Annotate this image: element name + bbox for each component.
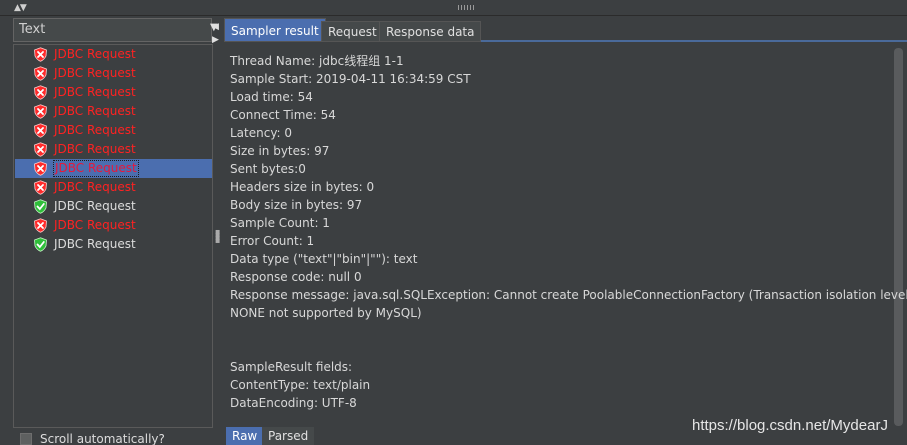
result-tree-item-label: JDBC Request (54, 142, 136, 156)
error-shield-icon (33, 142, 48, 157)
error-shield-icon (33, 123, 48, 138)
error-shield-icon (33, 218, 48, 233)
vertical-scrollbar[interactable] (894, 48, 903, 426)
error-shield-icon (33, 180, 48, 195)
panel-collapse-arrows[interactable]: ◀ ▶ (212, 21, 219, 47)
result-text-line: Response message: java.sql.SQLException:… (230, 288, 907, 302)
result-text-line: Sample Start: 2019-04-11 16:34:59 CST (230, 72, 471, 86)
result-text-line: Thread Name: jdbc线程组 1-1 (230, 54, 404, 68)
result-tree-item-label: JDBC Request (54, 47, 136, 61)
checkbox-box[interactable] (20, 433, 32, 445)
result-text-line: NONE not supported by MySQL) (230, 306, 422, 320)
success-shield-icon (33, 199, 48, 214)
result-tree-item-label: JDBC Request (54, 104, 136, 118)
result-tree-item[interactable]: JDBC Request (15, 45, 212, 64)
result-tree-item[interactable]: JDBC Request (15, 197, 212, 216)
error-shield-icon (33, 161, 48, 176)
result-tree-item-label: JDBC Request (54, 123, 136, 137)
result-text-line: Latency: 0 (230, 126, 293, 140)
error-shield-icon (33, 47, 48, 62)
result-text-line: Data type ("text"|"bin"|""): text (230, 252, 418, 266)
result-text-line: Sample Count: 1 (230, 216, 330, 230)
result-text-line: DataEncoding: UTF-8 (230, 396, 357, 410)
tab-response-data[interactable]: Response data (379, 21, 482, 42)
detail-tabs: Sampler result Request Response data (224, 18, 907, 42)
tab-request[interactable]: Request (321, 21, 384, 42)
results-tree-panel: Text ▼ ◀ ▶ JDBC Request JDBC Request JDBC R… (0, 16, 219, 445)
scroll-automatically-checkbox[interactable]: Scroll automatically? (20, 432, 165, 445)
watermark-text: https://blog.csdn.net/MydearJ (692, 417, 888, 434)
result-tree-item[interactable]: JDBC Request (15, 235, 212, 254)
result-tree-item[interactable]: JDBC Request (15, 216, 212, 235)
result-tree-item-label: JDBC Request (54, 237, 136, 251)
result-text-line: Sent bytes:0 (230, 162, 306, 176)
result-text-line: ContentType: text/plain (230, 378, 371, 392)
error-shield-icon (33, 66, 48, 81)
result-tree-item[interactable]: JDBC Request (15, 121, 212, 140)
result-tree-item[interactable]: JDBC Request (15, 64, 212, 83)
result-tree-item-label: JDBC Request (54, 199, 136, 213)
tab-raw[interactable]: Raw (226, 427, 264, 445)
result-tree-item[interactable]: JDBC Request (15, 102, 212, 121)
error-shield-icon (33, 104, 48, 119)
result-tree-item-label: JDBC Request (54, 85, 136, 99)
results-tree: JDBC Request JDBC Request JDBC Request JDBC… (13, 44, 213, 428)
result-text-line: Error Count: 1 (230, 234, 315, 248)
result-text-line: Size in bytes: 97 (230, 144, 330, 158)
result-tree-item-label: JDBC Request (54, 180, 136, 194)
result-tree-item-label: JDBC Request (53, 160, 139, 177)
result-text-line: Body size in bytes: 97 (230, 198, 363, 212)
result-tree-item[interactable]: JDBC Request (15, 83, 212, 102)
result-detail-panel: Sampler result Request Response data Thr… (224, 16, 907, 445)
top-toolbar: ▲▼ (0, 0, 907, 16)
scroll-automatically-label: Scroll automatically? (40, 432, 165, 445)
result-tree-item[interactable]: JDBC Request (15, 159, 212, 178)
error-shield-icon (33, 85, 48, 100)
result-text-line: SampleResult fields: (230, 360, 353, 374)
tab-parsed[interactable]: Parsed (262, 427, 315, 445)
result-tree-item-label: JDBC Request (54, 218, 136, 232)
result-text-line: Headers size in bytes: 0 (230, 180, 375, 194)
view-mode-select[interactable]: Text ▼ (13, 18, 218, 42)
sampler-result-text[interactable]: Thread Name: jdbc线程组 1-1 Sample Start: 20… (224, 44, 907, 426)
splitter-handle[interactable]: ▪ ▪ ▪ ▪ (215, 228, 220, 245)
result-text-line: Connect Time: 54 (230, 108, 336, 122)
collapse-arrows-icon[interactable]: ▲▼ (14, 3, 27, 13)
result-tree-item[interactable]: JDBC Request (15, 178, 212, 197)
tab-sampler-result[interactable]: Sampler result (224, 18, 326, 42)
result-text-line: Load time: 54 (230, 90, 313, 104)
success-shield-icon (33, 237, 48, 252)
result-tree-item[interactable]: JDBC Request (15, 140, 212, 159)
splitter-grip-icon[interactable] (458, 5, 476, 10)
view-mode-value: Text (19, 22, 46, 37)
result-text-line: Response code: null 0 (230, 270, 362, 284)
result-tree-item-label: JDBC Request (54, 66, 136, 80)
